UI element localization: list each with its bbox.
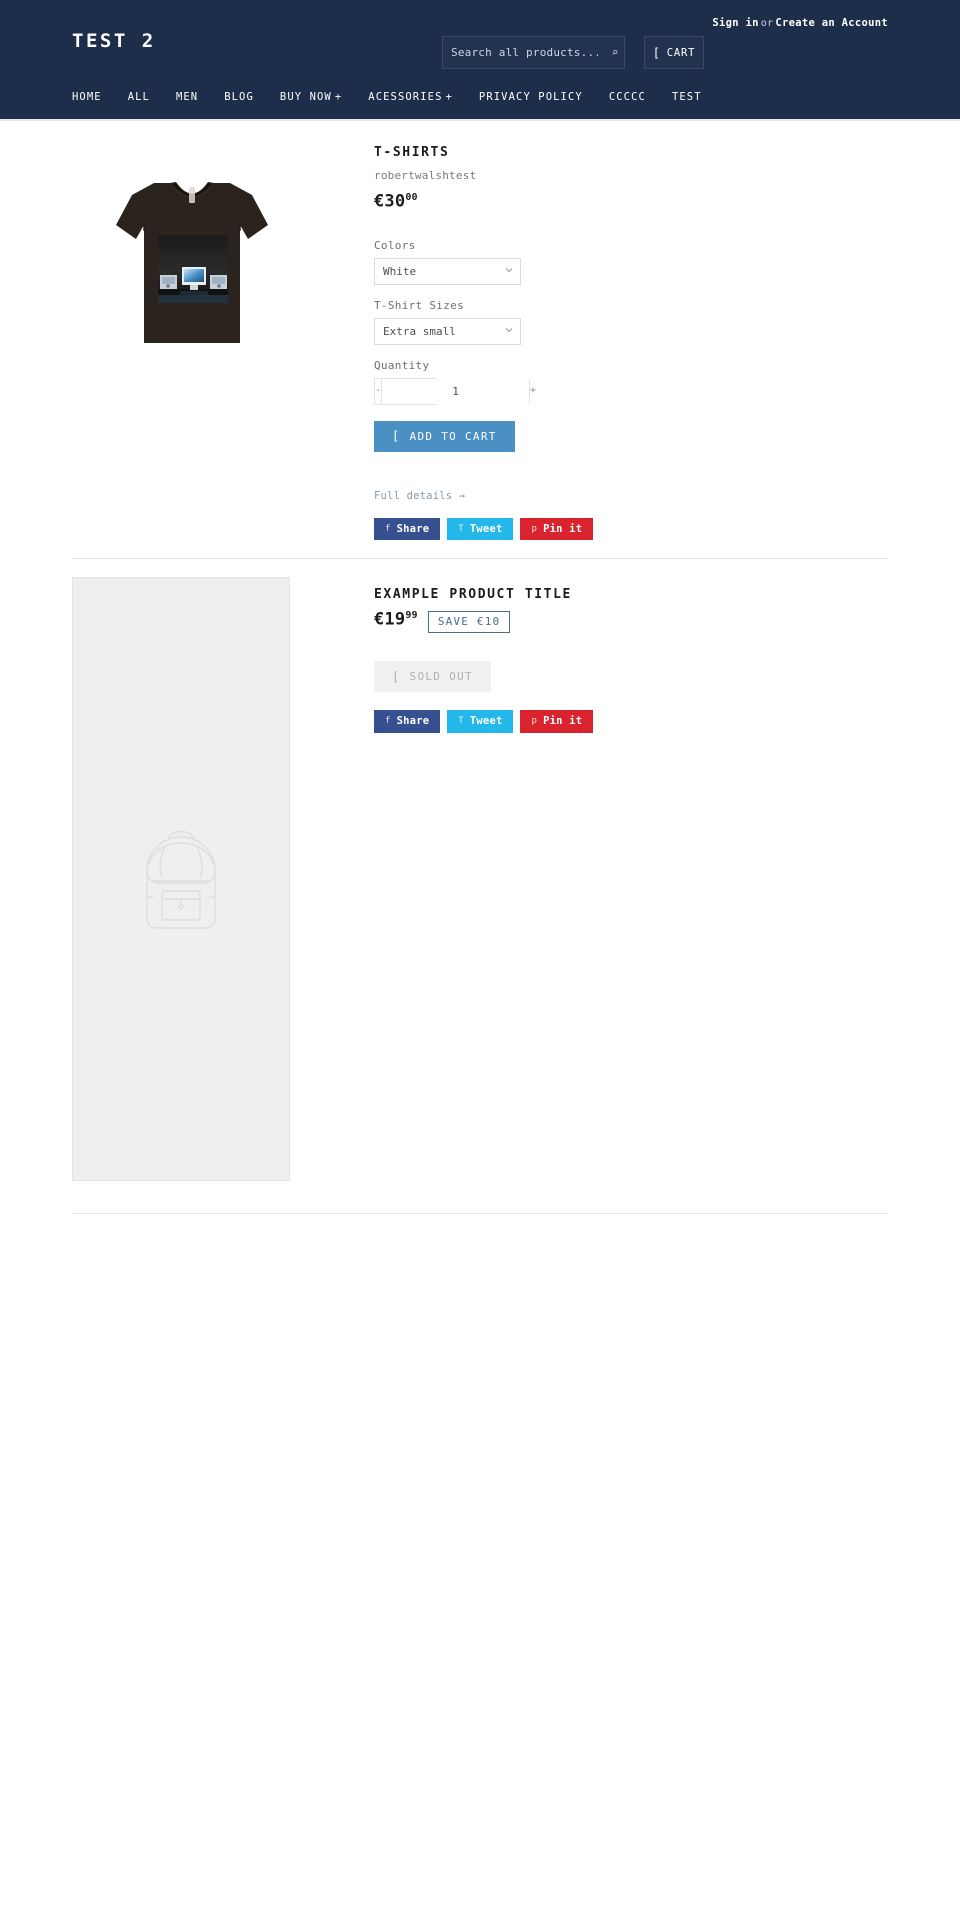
share-label: Share [396, 715, 430, 728]
product-price: €3000 [374, 193, 418, 211]
main-nav: HOME ALL MEN BLOG BUY NOW + ACESSORIES + P… [72, 85, 728, 109]
product-image-tshirt[interactable] [92, 155, 342, 355]
share-facebook-button[interactable]: f Share [374, 517, 441, 541]
facebook-icon: f [385, 716, 391, 727]
quantity-increment-button[interactable]: + [529, 378, 537, 404]
product-section-tshirts: T-SHIRTS robertwalshtest €3000 Colors Wh… [72, 135, 888, 541]
status-badge: SAVE €10 [427, 611, 511, 634]
size-select[interactable]: Extra small [374, 317, 521, 345]
option-label-colors: Colors [374, 238, 416, 252]
search-bar: ⌕ [442, 36, 625, 69]
add-to-cart-label: ADD TO CART [409, 429, 497, 443]
price-line: €3000 [374, 193, 888, 211]
sold-out-label: SOLD OUT [409, 670, 473, 684]
twitter-icon: T [458, 523, 464, 534]
sign-in-link[interactable]: Sign in [712, 17, 758, 29]
nav-item-label: BUY NOW [279, 91, 332, 103]
share-label: Share [396, 522, 430, 535]
search-icon[interactable]: ⌕ [606, 37, 624, 68]
section-divider [72, 558, 888, 560]
cart-button[interactable]: [ CART [644, 36, 704, 69]
share-pinterest-button[interactable]: p Pin it [520, 710, 594, 733]
quantity-input[interactable] [382, 378, 530, 404]
nav-item-all[interactable]: ALL [128, 85, 150, 109]
account-bar: Sign in or Create an Account [712, 17, 888, 29]
share-twitter-button[interactable]: T Tweet [447, 517, 514, 541]
page-title: EXAMPLE PRODUCT TITLE [374, 587, 572, 603]
submenu-plus-icon: + [445, 91, 453, 103]
nav-item-blog[interactable]: BLOG [224, 85, 254, 109]
nav-item-test[interactable]: TEST [672, 85, 702, 109]
price-amount: €30 [374, 191, 406, 212]
nav-item-label: BLOG [224, 91, 254, 103]
create-account-link[interactable]: Create an Account [775, 17, 888, 29]
share-label: Tweet [469, 715, 503, 728]
color-select[interactable]: White [374, 257, 521, 285]
option-sizes: Extra small [374, 317, 521, 345]
full-details-link[interactable]: Full details → [374, 490, 465, 502]
header-inner: Sign inorCreate an Account TEST 2 ⌕ [ CA… [72, 0, 888, 119]
share-label: Tweet [469, 522, 503, 535]
option-colors: White [374, 257, 521, 285]
product-media [72, 577, 332, 1182]
product-price: €1999 [374, 611, 418, 629]
nav-item-ccccc[interactable]: CCCCC [609, 85, 646, 109]
price-cents: 00 [405, 192, 418, 203]
cart-label: CART [666, 46, 696, 59]
facebook-icon: f [385, 523, 391, 534]
twitter-icon: T [458, 716, 464, 727]
quantity-label: Quantity [374, 358, 430, 372]
cart-icon: [ [652, 45, 661, 60]
cart-icon: [ [392, 429, 401, 444]
pinterest-icon: p [531, 716, 538, 727]
share-facebook-button[interactable]: f Share [374, 710, 441, 733]
product-info: EXAMPLE PRODUCT TITLE €1999 SAVE €10 [ S… [332, 577, 888, 733]
nav-item-label: CCCCC [608, 91, 646, 103]
quantity-decrement-button[interactable]: - [375, 378, 383, 404]
price-line: €1999 SAVE €10 [374, 611, 888, 634]
page-bottom-spacer [72, 1214, 888, 1914]
product-image-placeholder[interactable] [72, 577, 290, 1182]
nav-item-label: ALL [127, 91, 150, 103]
account-separator: or [760, 18, 774, 29]
add-to-cart-button[interactable]: [ ADD TO CART [374, 420, 515, 452]
quantity-stepper: - + [374, 377, 537, 405]
share-row: f Share T Tweet p Pin it [374, 517, 888, 541]
nav-item-label: MEN [175, 91, 199, 103]
search-input[interactable] [443, 46, 606, 59]
share-row: f Share T Tweet p Pin it [374, 710, 888, 733]
product-info: T-SHIRTS robertwalshtest €3000 Colors Wh… [332, 135, 888, 541]
share-label: Pin it [543, 715, 583, 728]
nav-item-acessories[interactable]: ACESSORIES + [368, 85, 453, 109]
sold-out-button: [ SOLD OUT [374, 661, 491, 693]
option-label-sizes: T-Shirt Sizes [374, 298, 464, 312]
nav-item-label: TEST [671, 91, 702, 103]
pinterest-icon: p [531, 523, 538, 534]
nav-item-home[interactable]: HOME [72, 85, 102, 109]
product-section-example: EXAMPLE PRODUCT TITLE €1999 SAVE €10 [ S… [72, 577, 888, 1182]
nav-item-label: PRIVACY POLICY [478, 91, 583, 103]
share-label: Pin it [543, 522, 583, 535]
share-pinterest-button[interactable]: p Pin it [520, 517, 594, 541]
nav-item-label: HOME [72, 91, 102, 103]
nav-item-privacy-policy[interactable]: PRIVACY POLICY [479, 85, 583, 109]
nav-item-label: ACESSORIES [368, 91, 443, 103]
price-amount: €19 [374, 609, 406, 630]
price-cents: 99 [405, 610, 418, 622]
submenu-plus-icon: + [334, 91, 343, 103]
site-logo[interactable]: TEST 2 [72, 30, 156, 52]
cart-icon: [ [392, 669, 401, 684]
share-twitter-button[interactable]: T Tweet [447, 710, 514, 733]
site-header: Sign inorCreate an Account TEST 2 ⌕ [ CA… [0, 0, 960, 119]
page-content: T-SHIRTS robertwalshtest €3000 Colors Wh… [72, 121, 888, 1914]
nav-item-buy-now[interactable]: BUY NOW + [280, 85, 342, 109]
nav-item-men[interactable]: MEN [176, 85, 198, 109]
product-media [72, 135, 332, 355]
product-vendor: robertwalshtest [374, 169, 477, 182]
page-title: T-SHIRTS [374, 145, 450, 160]
